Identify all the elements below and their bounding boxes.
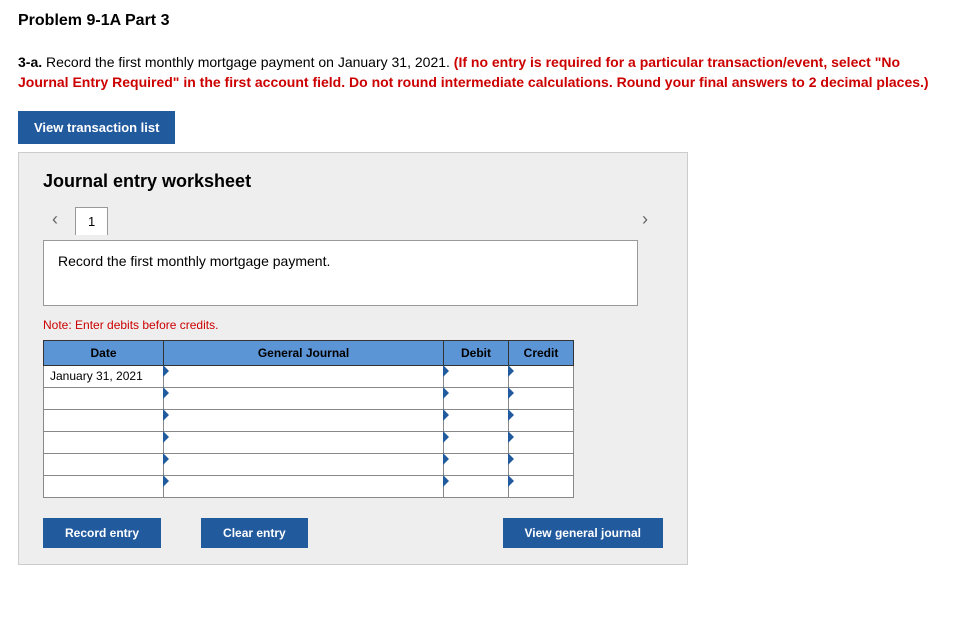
table-row	[44, 475, 574, 497]
cell-credit[interactable]	[509, 475, 574, 497]
cell-debit[interactable]	[444, 409, 509, 431]
view-transaction-list-button[interactable]: View transaction list	[18, 111, 175, 144]
debits-note: Note: Enter debits before credits.	[43, 318, 663, 332]
cell-date[interactable]	[44, 431, 164, 453]
dropdown-icon	[163, 475, 169, 487]
table-row	[44, 431, 574, 453]
question-label: 3-a.	[18, 54, 42, 70]
cell-credit[interactable]	[509, 387, 574, 409]
cell-journal[interactable]	[164, 365, 444, 387]
instructions: 3-a. Record the first monthly mortgage p…	[18, 52, 937, 93]
view-general-journal-button[interactable]: View general journal	[503, 518, 663, 548]
cell-debit[interactable]	[444, 453, 509, 475]
cell-journal[interactable]	[164, 431, 444, 453]
cell-debit[interactable]	[444, 365, 509, 387]
record-entry-button[interactable]: Record entry	[43, 518, 161, 548]
button-row: Record entry Clear entry View general jo…	[43, 518, 663, 548]
dropdown-icon	[163, 409, 169, 421]
dropdown-icon	[163, 431, 169, 443]
entry-description: Record the first monthly mortgage paymen…	[43, 240, 638, 306]
table-row: January 31, 2021	[44, 365, 574, 387]
dropdown-icon	[508, 431, 514, 443]
dropdown-icon	[163, 387, 169, 399]
tab-nav: ‹ 1 ›	[43, 206, 663, 234]
dropdown-icon	[508, 409, 514, 421]
dropdown-icon	[443, 453, 449, 465]
cell-credit[interactable]	[509, 431, 574, 453]
dropdown-icon	[443, 365, 449, 377]
page-title: Problem 9-1A Part 3	[18, 12, 937, 30]
table-body: January 31, 2021	[44, 365, 574, 497]
dropdown-icon	[443, 387, 449, 399]
chevron-left-icon[interactable]: ‹	[43, 209, 67, 230]
cell-journal[interactable]	[164, 387, 444, 409]
table-row	[44, 409, 574, 431]
cell-credit[interactable]	[509, 409, 574, 431]
header-credit: Credit	[509, 340, 574, 365]
header-journal: General Journal	[164, 340, 444, 365]
cell-debit[interactable]	[444, 475, 509, 497]
cell-date[interactable]: January 31, 2021	[44, 365, 164, 387]
cell-debit[interactable]	[444, 387, 509, 409]
chevron-right-icon[interactable]: ›	[633, 209, 657, 230]
dropdown-icon	[508, 387, 514, 399]
cell-journal[interactable]	[164, 453, 444, 475]
cell-credit[interactable]	[509, 365, 574, 387]
clear-entry-button[interactable]: Clear entry	[201, 518, 308, 548]
cell-date[interactable]	[44, 475, 164, 497]
tab-1[interactable]: 1	[75, 207, 108, 235]
dropdown-icon	[443, 409, 449, 421]
table-row	[44, 453, 574, 475]
dropdown-icon	[163, 365, 169, 377]
cell-journal[interactable]	[164, 475, 444, 497]
cell-date[interactable]	[44, 387, 164, 409]
dropdown-icon	[508, 453, 514, 465]
cell-date[interactable]	[44, 453, 164, 475]
journal-panel: Journal entry worksheet ‹ 1 › Record the…	[18, 152, 688, 565]
dropdown-icon	[508, 365, 514, 377]
table-row	[44, 387, 574, 409]
question-text: Record the first monthly mortgage paymen…	[42, 54, 454, 70]
cell-debit[interactable]	[444, 431, 509, 453]
panel-heading: Journal entry worksheet	[43, 171, 663, 192]
cell-date[interactable]	[44, 409, 164, 431]
journal-table: Date General Journal Debit Credit Januar…	[43, 340, 574, 498]
dropdown-icon	[443, 431, 449, 443]
dropdown-icon	[508, 475, 514, 487]
cell-journal[interactable]	[164, 409, 444, 431]
dropdown-icon	[443, 475, 449, 487]
header-date: Date	[44, 340, 164, 365]
dropdown-icon	[163, 453, 169, 465]
cell-credit[interactable]	[509, 453, 574, 475]
table-header-row: Date General Journal Debit Credit	[44, 340, 574, 365]
header-debit: Debit	[444, 340, 509, 365]
